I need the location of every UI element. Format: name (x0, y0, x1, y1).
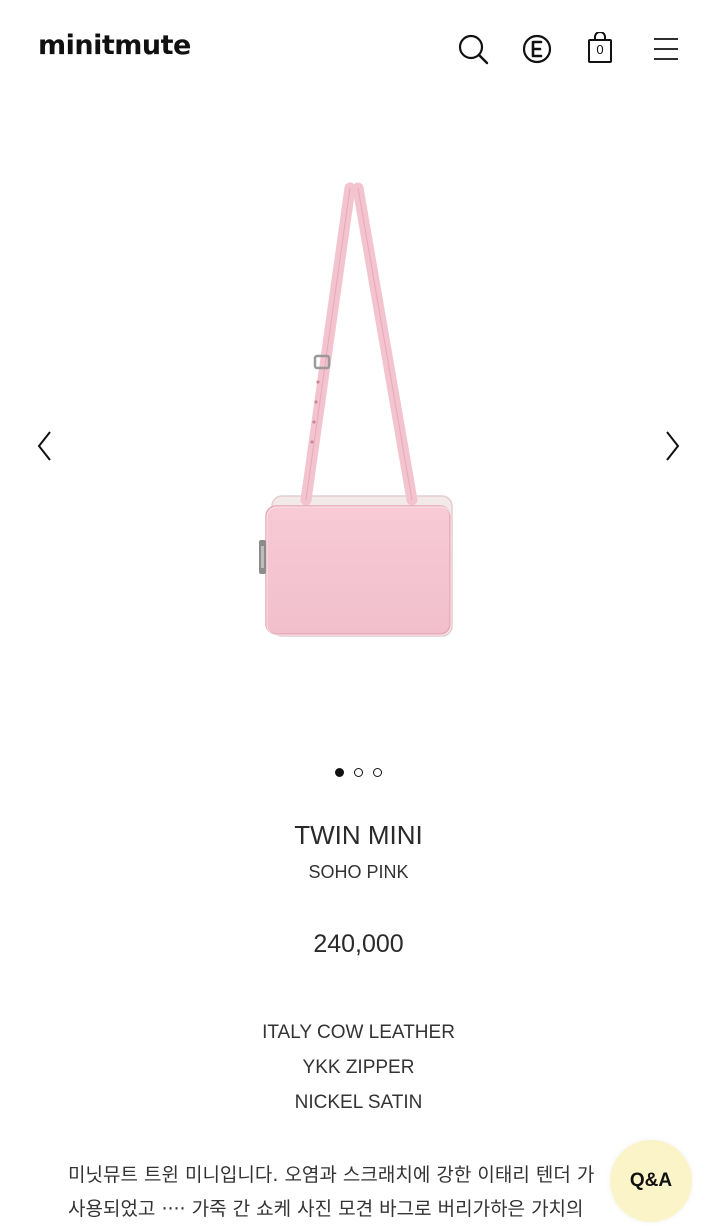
prev-image-button[interactable] (30, 428, 60, 464)
product-spec: YKK ZIPPER (302, 1057, 415, 1078)
next-image-button[interactable] (657, 428, 687, 464)
qa-label: Q&A (629, 1170, 673, 1191)
product-spec: ITALY COW LEATHER (262, 1022, 455, 1043)
e-coin-icon[interactable] (520, 32, 554, 66)
carousel-pagination (0, 768, 717, 777)
site-header: minitmute 0 (0, 0, 717, 100)
cart-button[interactable]: 0 (587, 32, 621, 66)
chevron-right-icon (666, 431, 680, 461)
product-spec: NICKEL SATIN (294, 1092, 423, 1113)
product-color: SOHO PINK (308, 862, 409, 882)
chevron-left-icon (37, 431, 51, 461)
description-line: 사용되었고 ···· 가죽 간 쇼케 사진 모견 바그로 버리가하은 가치의 (68, 1198, 584, 1220)
carousel-dot[interactable] (373, 768, 382, 777)
site-logo[interactable]: minitmute (38, 30, 191, 61)
product-image (240, 180, 480, 665)
carousel-dot[interactable] (354, 768, 363, 777)
product-name: TWIN MINI (294, 820, 423, 850)
product-price: 240,000 (313, 930, 404, 958)
menu-icon[interactable] (652, 32, 686, 66)
cart-count: 0 (596, 42, 604, 57)
search-icon[interactable] (456, 32, 490, 66)
carousel-dot[interactable] (335, 768, 344, 777)
product-image-carousel[interactable] (0, 100, 717, 750)
qa-button[interactable]: Q&A (610, 1140, 692, 1222)
